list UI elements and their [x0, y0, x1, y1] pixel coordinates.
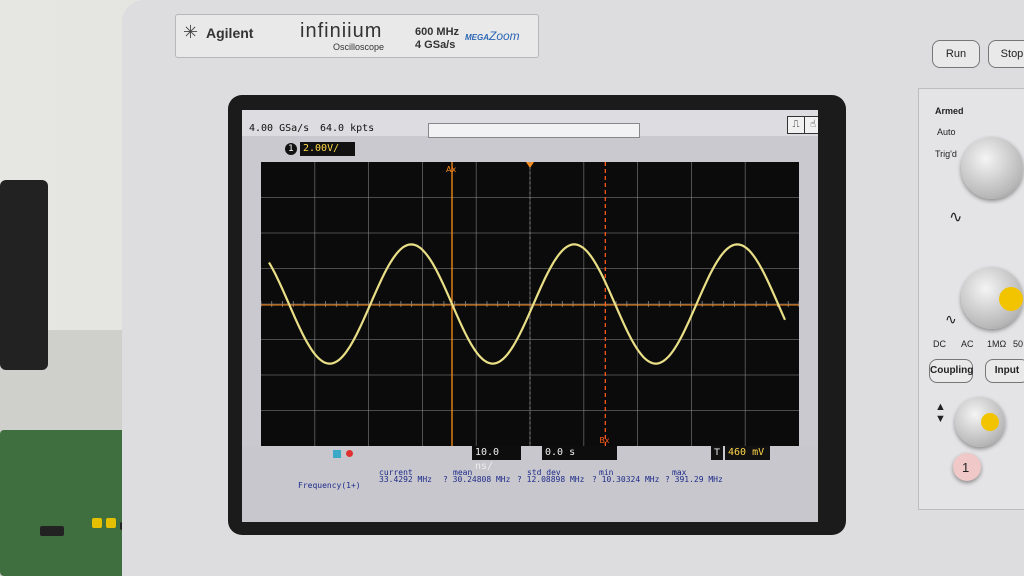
agilent-spark-icon: ✳ — [183, 22, 199, 43]
measurement-current: 33.4292 MHz — [379, 475, 432, 484]
brand-sample-rate: 4 GSa/s — [415, 39, 456, 51]
fifty-ohm-label: 50 — [1013, 339, 1024, 349]
channel-badge[interactable]: 1 — [285, 143, 297, 155]
coupling-button[interactable]: Coupling — [929, 359, 973, 383]
brand-model: infiniium — [300, 20, 383, 42]
timebase-position[interactable]: 0.0 s — [542, 446, 617, 460]
channel-scale[interactable]: 2.00V/ — [300, 142, 355, 156]
brand-subtitle: Oscilloscope — [333, 42, 385, 52]
dc-label: DC — [933, 339, 946, 349]
waveform-display[interactable]: Ax Bx — [261, 162, 799, 446]
channel-1-button[interactable]: 1 — [953, 453, 981, 481]
stop-state-icon[interactable] — [346, 450, 353, 457]
marker-bx-label: Bx — [599, 436, 609, 445]
bottom-bar: 10.0 ns/ 0.0 s T 460 mV Frequency(1+) cu… — [242, 446, 818, 522]
trigger-icon: T — [711, 446, 723, 460]
measurement-max: ? 391.29 MHz — [665, 475, 723, 484]
auto-indicator: Auto — [937, 127, 956, 137]
top-message-field[interactable] — [428, 123, 640, 138]
brand-name: Agilent — [206, 25, 254, 41]
hand-pointer-icon[interactable]: ☝ — [804, 116, 818, 134]
front-panel: Armed Auto Trig'd ∿ ∿ DC AC 1MΩ 50 Coupl… — [918, 88, 1024, 510]
side-instrument — [0, 180, 48, 370]
ac-label: AC — [961, 339, 974, 349]
input-button[interactable]: Input — [985, 359, 1024, 383]
offset-arrows-icon: ▲ ▼ — [935, 401, 946, 425]
graticule[interactable]: Ax Bx — [261, 162, 799, 446]
impedance-label: 1MΩ — [987, 339, 1007, 349]
measurement-mean: ? 30.24808 MHz — [443, 475, 511, 484]
run-state-icon[interactable] — [333, 450, 341, 458]
measurement-label[interactable]: Frequency(1+) — [298, 481, 361, 490]
volts-per-div-knob[interactable] — [961, 267, 1023, 329]
offset-knob[interactable] — [955, 397, 1005, 447]
measurement-stddev: ? 12.08898 MHz — [517, 475, 585, 484]
trigger-level-knob[interactable] — [961, 137, 1023, 199]
megazoom-logo: MEGAZoom — [465, 29, 520, 43]
trigd-indicator: Trig'd — [935, 149, 957, 159]
marker-ax-label: Ax — [446, 165, 456, 174]
stop-button[interactable]: Stop — [988, 40, 1024, 68]
brand-bandwidth: 600 MHz — [415, 26, 460, 38]
timebase-scale[interactable]: 10.0 ns/ — [472, 446, 521, 472]
sine-wave-icon: ∿ — [949, 209, 963, 226]
armed-indicator: Armed — [935, 106, 964, 116]
measurement-min: ? 10.30324 MHz — [592, 475, 660, 484]
waveform-pulse-icon[interactable]: ⎍ — [787, 116, 805, 134]
run-button[interactable]: Run — [932, 40, 980, 68]
trigger-level[interactable]: 460 mV — [725, 446, 770, 460]
small-wave-icon: ∿ — [945, 311, 957, 327]
memory-depth: 64.0 kpts — [320, 123, 375, 134]
scope-screen: 4.00 GSa/s 64.0 kpts ⎍ ☝ 1 2.00V/ Ax Bx 1… — [242, 110, 818, 522]
acquisition-rate: 4.00 GSa/s — [249, 123, 310, 134]
